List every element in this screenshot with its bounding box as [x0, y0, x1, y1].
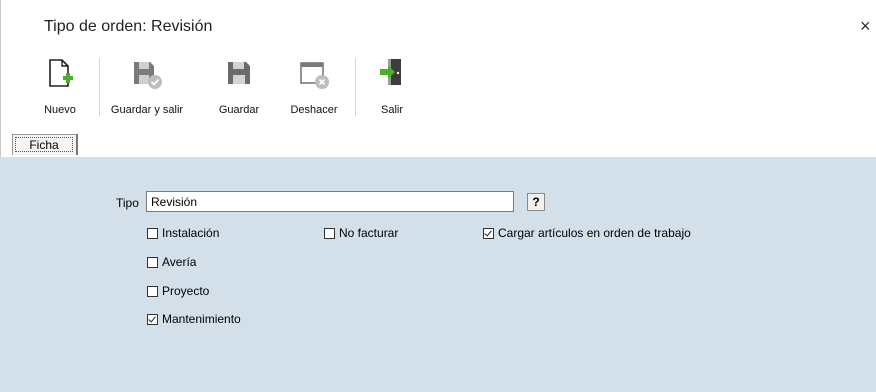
checkbox-averia[interactable]: Avería: [147, 255, 196, 269]
checkbox-proyecto-box[interactable]: [147, 285, 158, 297]
exit-icon: [380, 59, 401, 85]
checkbox-mantenimiento[interactable]: Mantenimiento: [147, 312, 241, 326]
close-button[interactable]: ×: [860, 16, 876, 36]
checkbox-no-facturar[interactable]: No facturar: [324, 226, 398, 240]
help-button[interactable]: ?: [527, 193, 545, 211]
new-document-icon: [49, 59, 73, 87]
new-button[interactable]: Nuevo: [36, 52, 84, 124]
checkbox-averia-label: Avería: [162, 255, 197, 269]
checkbox-instalacion[interactable]: Instalación: [147, 226, 219, 240]
save-icon: [228, 62, 250, 84]
checkbox-proyecto[interactable]: Proyecto: [147, 284, 209, 298]
tipo-input[interactable]: [146, 191, 514, 212]
exit-button-label: Salir: [380, 104, 403, 116]
checkbox-instalacion-box[interactable]: [147, 227, 158, 239]
checkbox-cargar-articulos[interactable]: Cargar artículos en orden de trabajo: [483, 226, 691, 240]
checkbox-cargar-articulos-label: Cargar artículos en orden de trabajo: [498, 226, 691, 240]
undo-button-label: Deshacer: [290, 104, 338, 116]
save-button[interactable]: Guardar: [212, 52, 266, 124]
tab-bar: Ficha: [0, 134, 876, 156]
save-button-label: Guardar: [218, 104, 260, 116]
toolbar-separator: [355, 58, 356, 116]
checkbox-no-facturar-label: No facturar: [339, 226, 399, 240]
save-and-exit-button[interactable]: Guardar y salir: [104, 52, 190, 124]
toolbar-separator: [99, 58, 100, 116]
checkbox-mantenimiento-box[interactable]: [147, 313, 158, 325]
undo-icon: [300, 62, 329, 89]
checkbox-no-facturar-box[interactable]: [324, 227, 335, 239]
undo-button[interactable]: Deshacer: [282, 52, 346, 124]
tab-ficha-label: Ficha: [15, 137, 73, 152]
tab-ficha[interactable]: Ficha: [12, 134, 78, 155]
checkbox-instalacion-label: Instalación: [162, 226, 220, 240]
checkbox-cargar-articulos-box[interactable]: [483, 227, 494, 239]
toolbar: Nuevo Guardar y salir Guardar Deshacer S…: [0, 52, 876, 130]
new-button-label: Nuevo: [44, 104, 76, 116]
checkbox-averia-box[interactable]: [147, 256, 158, 268]
tab-shadow: [76, 134, 78, 155]
checkbox-mantenimiento-label: Mantenimiento: [162, 312, 241, 326]
checkbox-proyecto-label: Proyecto: [162, 284, 210, 298]
window-title: Tipo de orden: Revisión: [44, 18, 213, 35]
tipo-label: Tipo: [116, 196, 139, 210]
save-and-exit-icon: [134, 62, 162, 89]
exit-button[interactable]: Salir: [370, 52, 414, 124]
save-and-exit-label: Guardar y salir: [110, 104, 184, 116]
